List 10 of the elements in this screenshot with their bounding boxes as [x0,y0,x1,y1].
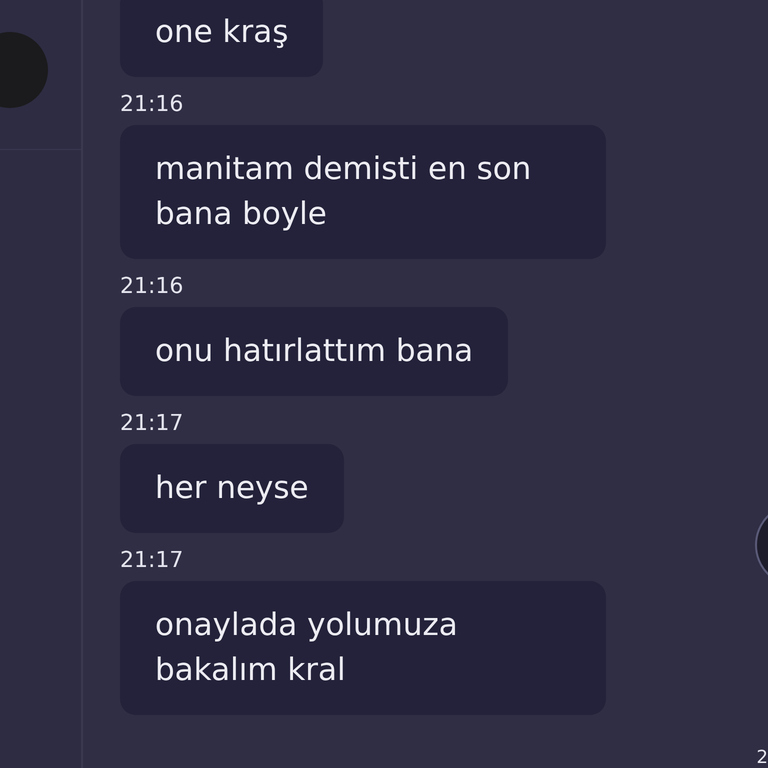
message-time: 21:16 [120,91,184,119]
message-bubble: onaylada yolumuza bakalım kral [120,581,606,715]
message-bubble: one kraş [120,0,324,77]
corner-text: 2 [756,746,768,768]
message-bubble: onu hatırlattım bana [120,307,508,396]
message-bubble: manitam demisti en son bana boyle [120,125,606,259]
message-time: 21:16 [120,273,184,301]
message-time: 21:17 [120,410,184,438]
message-bubble: her neyse [120,444,344,533]
message-time: 21:17 [120,547,184,575]
